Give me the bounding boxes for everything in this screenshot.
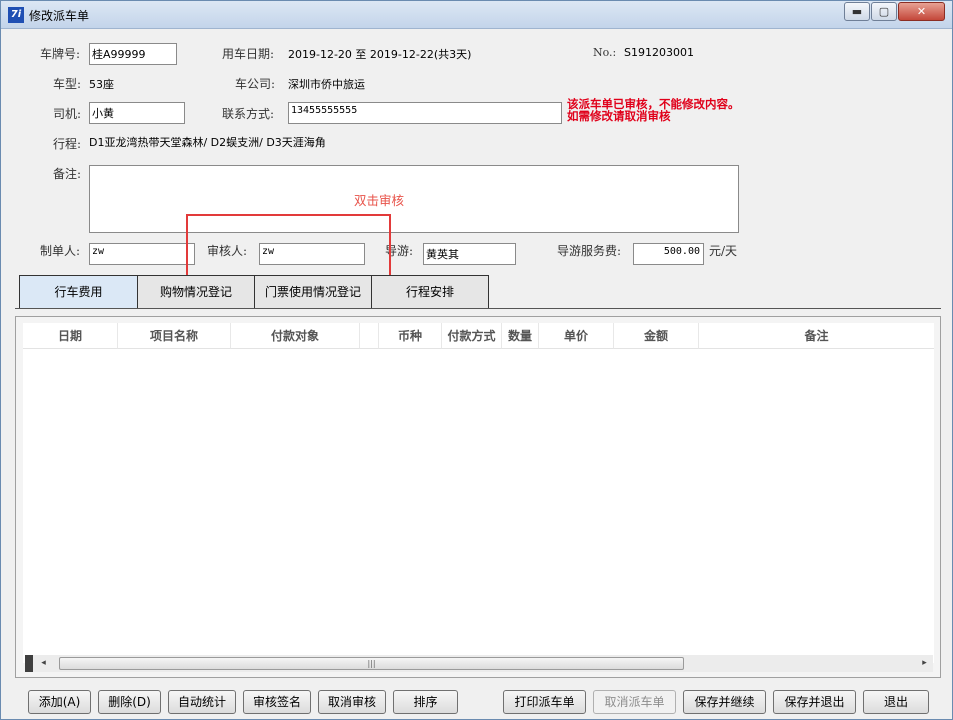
close-button[interactable]: ✕ [898, 2, 945, 21]
save-continue-button[interactable]: 保存并继续 [683, 690, 766, 714]
column-header-item[interactable]: 项目名称 [118, 323, 231, 349]
tab-ticket-usage[interactable]: 门票使用情况登记 [254, 275, 372, 309]
contact-label: 联系方式: [222, 107, 275, 121]
expense-grid-panel: 日期 项目名称 付款对象 币种 付款方式 数量 单价 金额 备注 ◂ ||| ▸ [15, 316, 941, 678]
tab-shopping-record[interactable]: 购物情况登记 [137, 275, 255, 309]
maker-field[interactable]: zw [89, 243, 195, 265]
expense-grid[interactable]: 日期 项目名称 付款对象 币种 付款方式 数量 单价 金额 备注 [23, 323, 934, 663]
remark-label: 备注: [53, 167, 82, 181]
plate-field[interactable]: 桂A99999 [89, 43, 177, 65]
column-header-currency[interactable]: 币种 [379, 323, 442, 349]
model-value: 53座 [89, 78, 114, 91]
tab-vehicle-fees[interactable]: 行车费用 [19, 275, 138, 309]
guide-fee-label: 导游服务费: [557, 244, 622, 258]
column-header-amount[interactable]: 金额 [614, 323, 699, 349]
app-logo-icon: 7i [8, 7, 24, 23]
model-label: 车型: [53, 77, 82, 91]
guide-field[interactable]: 黄英其 [423, 243, 516, 265]
audit-notice-line2: 如需修改请取消审核 [567, 109, 671, 123]
scroll-right-arrow-icon[interactable]: ▸ [916, 655, 933, 672]
route-label: 行程: [53, 137, 82, 151]
guide-fee-unit: 元/天 [709, 244, 738, 258]
no-value: S191203001 [624, 46, 694, 59]
column-header-date[interactable]: 日期 [23, 323, 118, 349]
driver-field[interactable]: 小黄 [89, 102, 185, 124]
horizontal-scrollbar[interactable]: ◂ ||| ▸ [25, 655, 933, 672]
tab-divider [15, 308, 941, 309]
sort-button[interactable]: 排序 [393, 690, 458, 714]
company-value: 深圳市侨中旅运 [288, 78, 365, 91]
maker-label: 制单人: [40, 244, 81, 258]
window-title: 修改派车单 [29, 9, 90, 23]
column-header-payee[interactable]: 付款对象 [231, 323, 360, 349]
column-header-payment-method[interactable]: 付款方式 [442, 323, 502, 349]
contact-field[interactable]: 13455555555 [288, 102, 562, 124]
guide-label: 导游: [385, 244, 414, 258]
auditor-field[interactable]: zw [259, 243, 365, 265]
remark-textarea[interactable] [89, 165, 739, 233]
date-label: 用车日期: [222, 47, 275, 61]
save-exit-button[interactable]: 保存并退出 [773, 690, 856, 714]
column-header-remarks[interactable]: 备注 [699, 323, 934, 349]
scrollbar-thumb[interactable]: ||| [59, 657, 684, 670]
auto-stat-button[interactable]: 自动统计 [168, 690, 236, 714]
plate-label: 车牌号: [40, 47, 81, 61]
tab-itinerary[interactable]: 行程安排 [371, 275, 489, 309]
maximize-button[interactable]: ▢ [871, 2, 897, 21]
minimize-button[interactable]: ▬ [844, 2, 870, 21]
double-click-audit-hint[interactable]: 双击审核 [354, 190, 404, 209]
cancel-dispatch-button[interactable]: 取消派车单 [593, 690, 676, 714]
frozen-column-indicator [25, 655, 33, 672]
no-label: No.: [593, 46, 617, 59]
print-dispatch-button[interactable]: 打印派车单 [503, 690, 586, 714]
auditor-label: 审核人: [207, 244, 248, 258]
scroll-left-arrow-icon[interactable]: ◂ [35, 655, 52, 672]
column-header-blank[interactable] [360, 323, 379, 349]
delete-button[interactable]: 删除(D) [98, 690, 161, 714]
column-header-unit-price[interactable]: 单价 [539, 323, 614, 349]
company-label: 车公司: [235, 77, 276, 91]
audit-notice: 该派车单已审核，不能修改内容。 如需修改请取消审核 [567, 98, 740, 122]
add-button[interactable]: 添加(A) [28, 690, 91, 714]
title-bar[interactable]: 7i 修改派车单 ▬ ▢ ✕ [1, 1, 952, 29]
route-value: D1亚龙湾热带天堂森林/ D2蜈支洲/ D3天涯海角 [89, 136, 326, 149]
column-header-quantity[interactable]: 数量 [502, 323, 539, 349]
driver-label: 司机: [53, 107, 82, 121]
date-value: 2019-12-20 至 2019-12-22(共3天) [288, 48, 472, 61]
exit-button[interactable]: 退出 [863, 690, 929, 714]
cancel-audit-button[interactable]: 取消审核 [318, 690, 386, 714]
audit-sign-button[interactable]: 审核签名 [243, 690, 311, 714]
guide-fee-field[interactable]: 500.00 [633, 243, 704, 265]
